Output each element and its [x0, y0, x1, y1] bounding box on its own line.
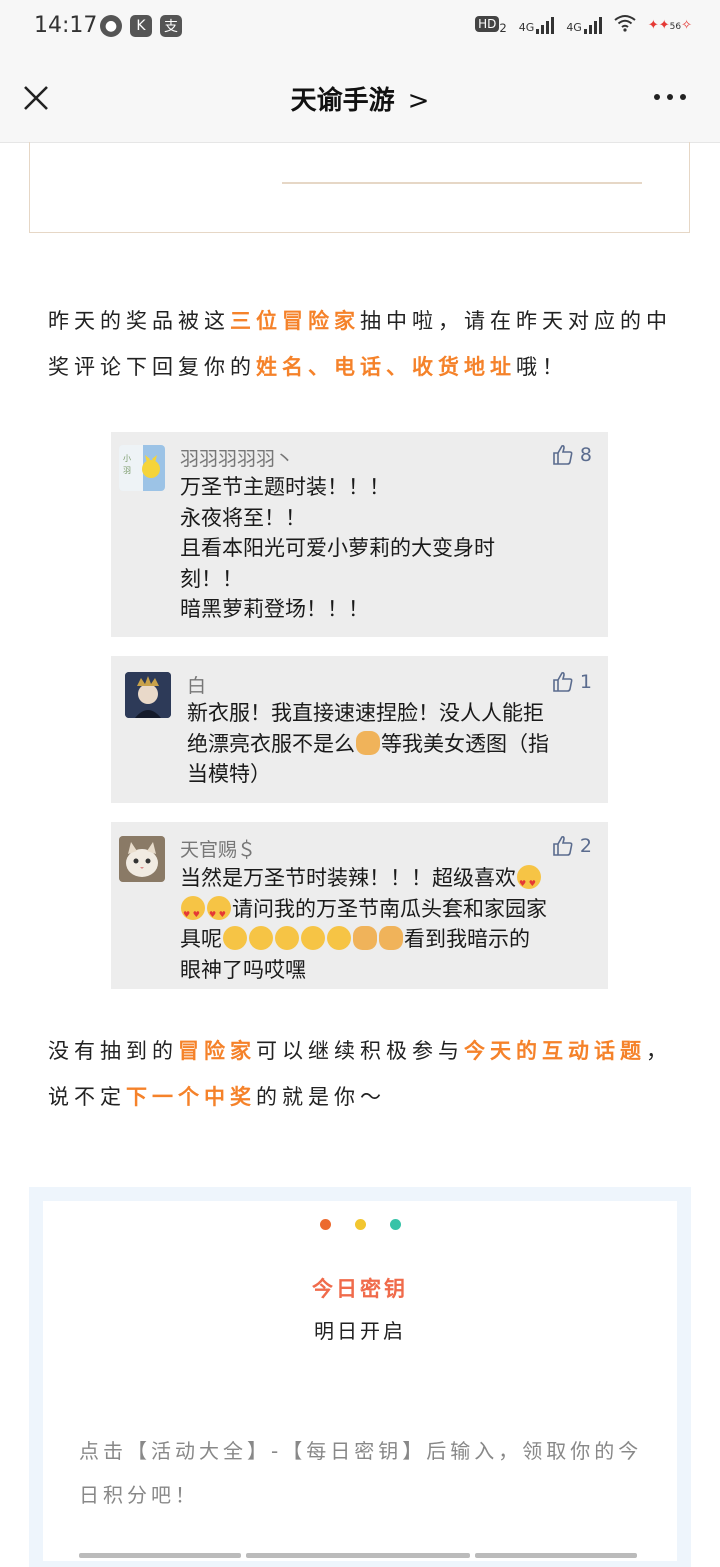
thumbs-up-icon	[553, 835, 573, 856]
wink-emoji-icon	[301, 926, 325, 950]
decorative-dots	[43, 1219, 677, 1230]
comment-author: 白	[187, 675, 207, 697]
status-time: 14:17	[34, 13, 98, 38]
daily-key-status: 明日开启	[314, 1319, 406, 1343]
comment-author: 羽羽羽羽羽丶	[180, 448, 295, 470]
comment-card-3: 天官赐＄ 2 当然是万圣节时装辣！！！超级喜欢 请问我的万圣节南瓜头套和家园家 …	[111, 822, 608, 989]
divider-line	[282, 182, 642, 184]
thumbs-up-icon	[553, 444, 573, 465]
wink-emoji-icon	[327, 926, 351, 950]
doge-emoji-icon	[353, 926, 377, 950]
comment-card-1: 小羽 羽羽羽羽羽丶 8 万圣节主题时装！！！ 永夜将至！！ 且看本阳光可爱小萝莉…	[111, 432, 608, 637]
heart-eyes-emoji-icon	[207, 895, 231, 930]
dot-orange	[319, 1219, 331, 1230]
svg-text:小: 小	[123, 454, 131, 463]
comment-author: 天官赐＄	[180, 839, 257, 861]
status-bar: 14:17 ● K 支 HD 2 4G 4G ✦✦56✧	[0, 0, 720, 56]
status-system-icons: HD 2 4G 4G ✦✦56✧	[475, 14, 692, 36]
hd-icon: HD 2	[475, 15, 507, 34]
comment-body: 当然是万圣节时装辣！！！超级喜欢 请问我的万圣节南瓜头套和家园家 具呢看到我暗示…	[180, 863, 547, 985]
participation-note: 没有抽到的冒险家可以继续积极参与今天的互动话题，说不定下一个中奖的就是你～	[48, 1039, 672, 1109]
heart-eyes-emoji-icon	[181, 895, 205, 930]
bottom-divider-bars	[79, 1553, 637, 1558]
blush-emoji-icon	[249, 926, 273, 950]
thumbs-up-icon	[553, 671, 573, 692]
like-count: 8	[579, 444, 592, 466]
more-options-icon[interactable]	[654, 94, 686, 100]
comment-card-2: 白 1 新衣服！我直接速速捏脸！没人人能拒 绝漂亮衣服不是么 等我美女透图（指 当…	[111, 656, 608, 803]
like-button[interactable]: 1	[552, 671, 592, 693]
dot-yellow	[354, 1219, 366, 1230]
winners-announcement: 昨天的奖品被这三位冒险家抽中啦，请在昨天对应的中奖评论下回复你的姓名、电话、收货…	[48, 309, 672, 379]
doge-emoji-icon	[356, 730, 380, 755]
dot-teal	[389, 1219, 401, 1230]
daily-key-hint: 点击【活动大全】-【每日密钥】后输入，领取你的今日积分吧！	[79, 1439, 643, 1507]
avatar	[125, 672, 171, 718]
like-button[interactable]: 8	[552, 444, 592, 466]
like-button[interactable]: 2	[552, 835, 592, 857]
battery-icon: ✦✦56✧	[647, 17, 692, 33]
like-count: 1	[579, 671, 592, 693]
chevron-right-icon: >	[407, 86, 430, 116]
heart-eyes-emoji-icon	[517, 865, 541, 900]
avatar: 小羽	[119, 445, 165, 491]
signal-4g-2-icon: 4G	[566, 16, 602, 34]
wifi-icon	[614, 14, 636, 36]
daily-key-panel: 今日密钥 明日开启 点击【活动大全】-【每日密钥】后输入，领取你的今日积分吧！	[43, 1201, 677, 1561]
decorative-frame	[29, 142, 690, 233]
message-bubble-icon: ●	[100, 15, 122, 37]
doge-emoji-icon	[379, 926, 403, 950]
account-name: 天谕手游	[290, 86, 395, 116]
comment-body: 万圣节主题时装！！！ 永夜将至！！ 且看本阳光可爱小萝莉的大变身时 刻！！ 暗黑…	[180, 475, 495, 621]
nav-bar: 天谕手游 >	[0, 56, 720, 143]
account-title[interactable]: 天谕手游 >	[0, 80, 720, 117]
k-app-icon: K	[130, 15, 152, 37]
status-notification-icons: ● K 支	[100, 15, 182, 37]
blush-emoji-icon	[275, 926, 299, 950]
daily-key-title: 今日密钥	[312, 1277, 408, 1301]
like-count: 2	[579, 835, 592, 857]
pay-app-icon: 支	[160, 15, 182, 37]
blush-emoji-icon	[223, 926, 247, 950]
avatar	[119, 836, 165, 882]
comment-body: 新衣服！我直接速速捏脸！没人人能拒 绝漂亮衣服不是么 等我美女透图（指 当模特）	[187, 701, 549, 786]
svg-text:羽: 羽	[123, 466, 131, 475]
signal-4g-icon: 4G	[519, 16, 555, 34]
